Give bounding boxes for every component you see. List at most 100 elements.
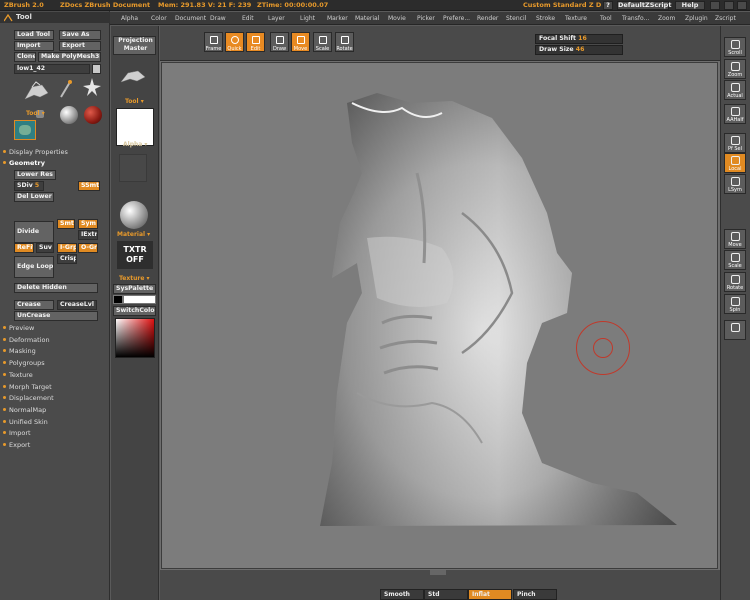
tool-thumbnail-icon[interactable] <box>22 79 52 105</box>
toolbar-edit-button[interactable]: Edit <box>246 32 265 52</box>
section-masking[interactable]: Masking <box>3 347 36 355</box>
menu-movie[interactable]: Movie <box>388 15 406 22</box>
menu-picker[interactable]: Picker <box>417 15 435 22</box>
export-button[interactable]: Export <box>59 41 101 51</box>
section-normalmap[interactable]: NormalMap <box>2 406 46 414</box>
red-sphere-tool-icon[interactable] <box>84 106 102 124</box>
toolbar-frame-button[interactable]: Frame <box>204 32 223 52</box>
syspalette-button[interactable]: SysPalette <box>113 284 156 294</box>
del-lower-button[interactable]: Del Lower <box>14 192 54 202</box>
clone-button[interactable]: Clone <box>14 52 36 62</box>
brush-thumbnail-icon[interactable] <box>119 64 149 88</box>
menu-zoom[interactable]: Zoom <box>658 15 675 22</box>
section-morph-target[interactable]: Morph Target <box>3 383 52 391</box>
ssmt-button[interactable]: SSmt <box>78 181 100 191</box>
section-polygroups[interactable]: Polygroups <box>3 359 45 367</box>
right-scroll-button[interactable]: Scroll <box>724 37 746 57</box>
toolbar-scale-button[interactable]: Scale <box>313 32 332 52</box>
toolbar-move-button[interactable]: Move <box>291 32 310 52</box>
section-preview[interactable]: Preview <box>2 324 34 332</box>
section-export[interactable]: Export <box>2 441 30 449</box>
toolbar-rotate-button[interactable]: Rotate <box>335 32 354 52</box>
tool-r-button[interactable] <box>92 64 101 74</box>
crease-button[interactable]: Crease <box>14 300 54 310</box>
help-question-button[interactable]: ? <box>603 1 613 10</box>
texture-menu-label[interactable]: Texture ▾ <box>119 275 150 282</box>
menu-prefere[interactable]: Prefere... <box>443 15 470 22</box>
divide-button[interactable]: Divide <box>14 221 54 243</box>
zdocs-link[interactable]: ZDocs ZBrush Document <box>60 1 150 9</box>
star-tool-icon[interactable] <box>82 77 102 97</box>
tool-menu-label[interactable]: Tool ▾ <box>125 98 144 105</box>
focal-shift-slider[interactable]: Focal Shift 16 <box>535 34 623 44</box>
menu-render[interactable]: Render <box>477 15 498 22</box>
menu-edit[interactable]: Edit <box>242 15 254 22</box>
tool-dropdown-label[interactable]: Tool ▾ <box>26 110 45 117</box>
iextr-toggle[interactable]: IExtr <box>78 230 98 240</box>
uncrease-button[interactable]: UnCrease <box>14 311 98 321</box>
current-tool-name[interactable]: low1_42 <box>14 64 90 74</box>
section-geometry[interactable]: Geometry <box>3 159 45 167</box>
load-tool-button[interactable]: Load Tool <box>14 30 54 40</box>
refit-toggle[interactable]: ReFit <box>14 243 34 253</box>
edge-loop-button[interactable]: Edge Loop <box>14 256 54 278</box>
default-zscript-button[interactable]: DefaultZScript <box>617 1 671 10</box>
sphere-tool-icon[interactable] <box>60 106 78 124</box>
sym-toggle[interactable]: Sym <box>78 219 98 229</box>
suv-toggle[interactable]: Suv <box>36 243 54 253</box>
toolbar-draw-button[interactable]: Draw <box>270 32 289 52</box>
help-button[interactable]: Help <box>675 1 705 10</box>
brush-pinch[interactable]: Pinch <box>513 589 557 600</box>
right-actual-button[interactable]: Actual <box>724 80 746 100</box>
brush-std[interactable]: Std <box>424 589 468 600</box>
right-aahalf-button[interactable]: AAHalf <box>724 104 746 124</box>
custom-ui-label[interactable]: Custom Standard Z D <box>523 1 601 9</box>
maximize-button[interactable] <box>724 1 734 10</box>
section-unified-skin[interactable]: Unified Skin <box>3 418 48 426</box>
menu-draw[interactable]: Draw <box>210 15 226 22</box>
right-pfill-button[interactable]: Pf Sel <box>724 133 746 153</box>
crease-level-slider[interactable]: CreaseLvl <box>57 300 97 310</box>
menu-texture[interactable]: Texture <box>565 15 587 22</box>
right-scale-button[interactable]: Scale <box>724 250 746 270</box>
smt-toggle[interactable]: Smt <box>57 219 75 229</box>
menu-material[interactable]: Material <box>355 15 379 22</box>
projection-master-button[interactable]: Projection Master <box>113 36 156 55</box>
delete-hidden-button[interactable]: Delete Hidden <box>14 283 98 293</box>
right-spin-button[interactable]: Spin <box>724 294 746 314</box>
crisp-toggle[interactable]: Crisp <box>57 254 77 264</box>
sdiv-slider[interactable]: SDiv 5 <box>14 181 44 191</box>
document-canvas[interactable] <box>161 62 718 569</box>
menu-tool[interactable]: Tool <box>600 15 612 22</box>
section-import[interactable]: Import <box>3 429 31 437</box>
toolbar-quick-button[interactable]: Quick <box>225 32 244 52</box>
color-picker[interactable] <box>115 318 155 358</box>
material-menu-label[interactable]: Material ▾ <box>117 231 150 238</box>
close-button[interactable] <box>737 1 747 10</box>
tool-palette-header[interactable]: Tool <box>0 12 110 23</box>
menu-light[interactable]: Light <box>300 15 315 22</box>
make-polymesh-button[interactable]: Make PolyMesh3D <box>38 52 101 62</box>
section-display-properties[interactable]: Display Properties <box>3 148 68 156</box>
menu-transfo[interactable]: Transfo... <box>622 15 649 22</box>
brush-inflat[interactable]: Inflat <box>468 589 512 600</box>
brush-smooth[interactable]: Smooth <box>380 589 424 600</box>
save-as-button[interactable]: Save As <box>59 30 101 40</box>
draw-size-slider[interactable]: Draw Size 46 <box>535 45 623 55</box>
lower-res-button[interactable]: Lower Res <box>14 170 56 180</box>
material-sphere-icon[interactable] <box>120 201 148 229</box>
right-rotate-button[interactable]: Rotate <box>724 272 746 292</box>
ogrp-toggle[interactable]: O-Grp <box>78 243 98 253</box>
section-deformation[interactable]: Deformation <box>3 336 50 344</box>
menu-zplugin[interactable]: Zplugin <box>685 15 708 22</box>
active-tool-thumbnail[interactable] <box>14 120 36 140</box>
menu-marker[interactable]: Marker <box>327 15 348 22</box>
switchcolor-button[interactable]: SwitchColor <box>113 306 156 316</box>
menu-layer[interactable]: Layer <box>268 15 285 22</box>
txtr-off-thumbnail[interactable]: TXTR OFF <box>117 241 153 269</box>
simplebrush-icon[interactable] <box>58 79 74 99</box>
menu-document[interactable]: Document <box>175 15 206 22</box>
menu-stencil[interactable]: Stencil <box>506 15 526 22</box>
right-local-button[interactable]: Local <box>724 153 746 173</box>
right-move-button[interactable]: Move <box>724 229 746 249</box>
